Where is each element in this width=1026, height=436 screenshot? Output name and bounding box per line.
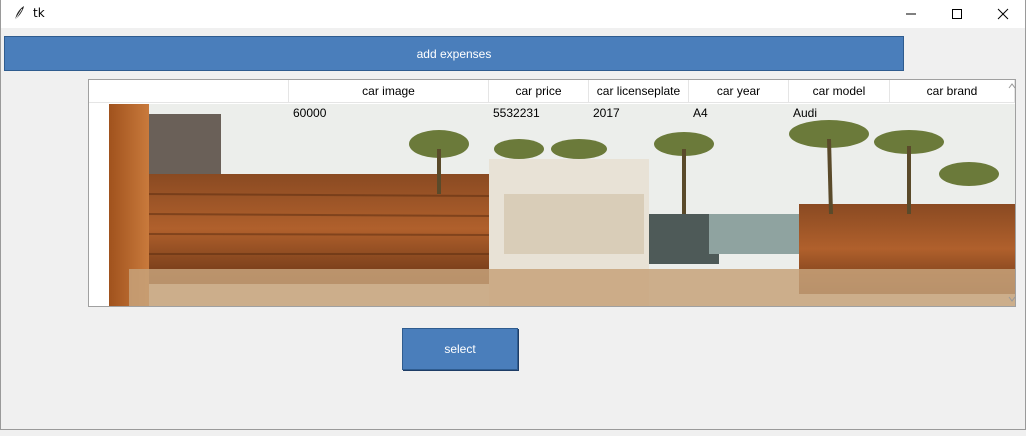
car-photo [109, 104, 1015, 306]
column-header-car-brand[interactable]: car brand [890, 80, 1015, 103]
minimize-button[interactable] [888, 0, 934, 28]
window-title: tk [33, 6, 45, 20]
column-header-car-price[interactable]: car price [489, 80, 589, 103]
close-button[interactable] [980, 0, 1026, 28]
scroll-up-icon[interactable] [1008, 82, 1016, 90]
cell-car-model: A4 [693, 106, 708, 120]
maximize-button[interactable] [934, 0, 980, 28]
title-bar: tk [0, 0, 1026, 28]
close-icon [997, 8, 1009, 20]
add-expenses-button[interactable]: add expenses [4, 36, 904, 71]
maximize-icon [952, 9, 962, 19]
select-button[interactable]: select [402, 328, 518, 370]
tree-column-header[interactable] [89, 80, 289, 103]
scroll-down-icon[interactable] [1008, 295, 1016, 303]
column-header-car-licenseplate[interactable]: car licenseplate [589, 80, 689, 103]
cell-car-year: 2017 [593, 106, 620, 120]
cell-car-licenseplate: 5532231 [493, 106, 540, 120]
cell-car-price: 60000 [293, 106, 327, 120]
column-header-car-year[interactable]: car year [689, 80, 789, 103]
minimize-icon [906, 13, 916, 15]
column-header-car-image[interactable]: car image [289, 80, 489, 103]
feather-icon [14, 6, 24, 21]
column-header-car-model[interactable]: car model [789, 80, 890, 103]
cars-table[interactable]: car image car price car licenseplate car… [88, 79, 1016, 307]
cell-car-brand: Audi [793, 106, 818, 120]
